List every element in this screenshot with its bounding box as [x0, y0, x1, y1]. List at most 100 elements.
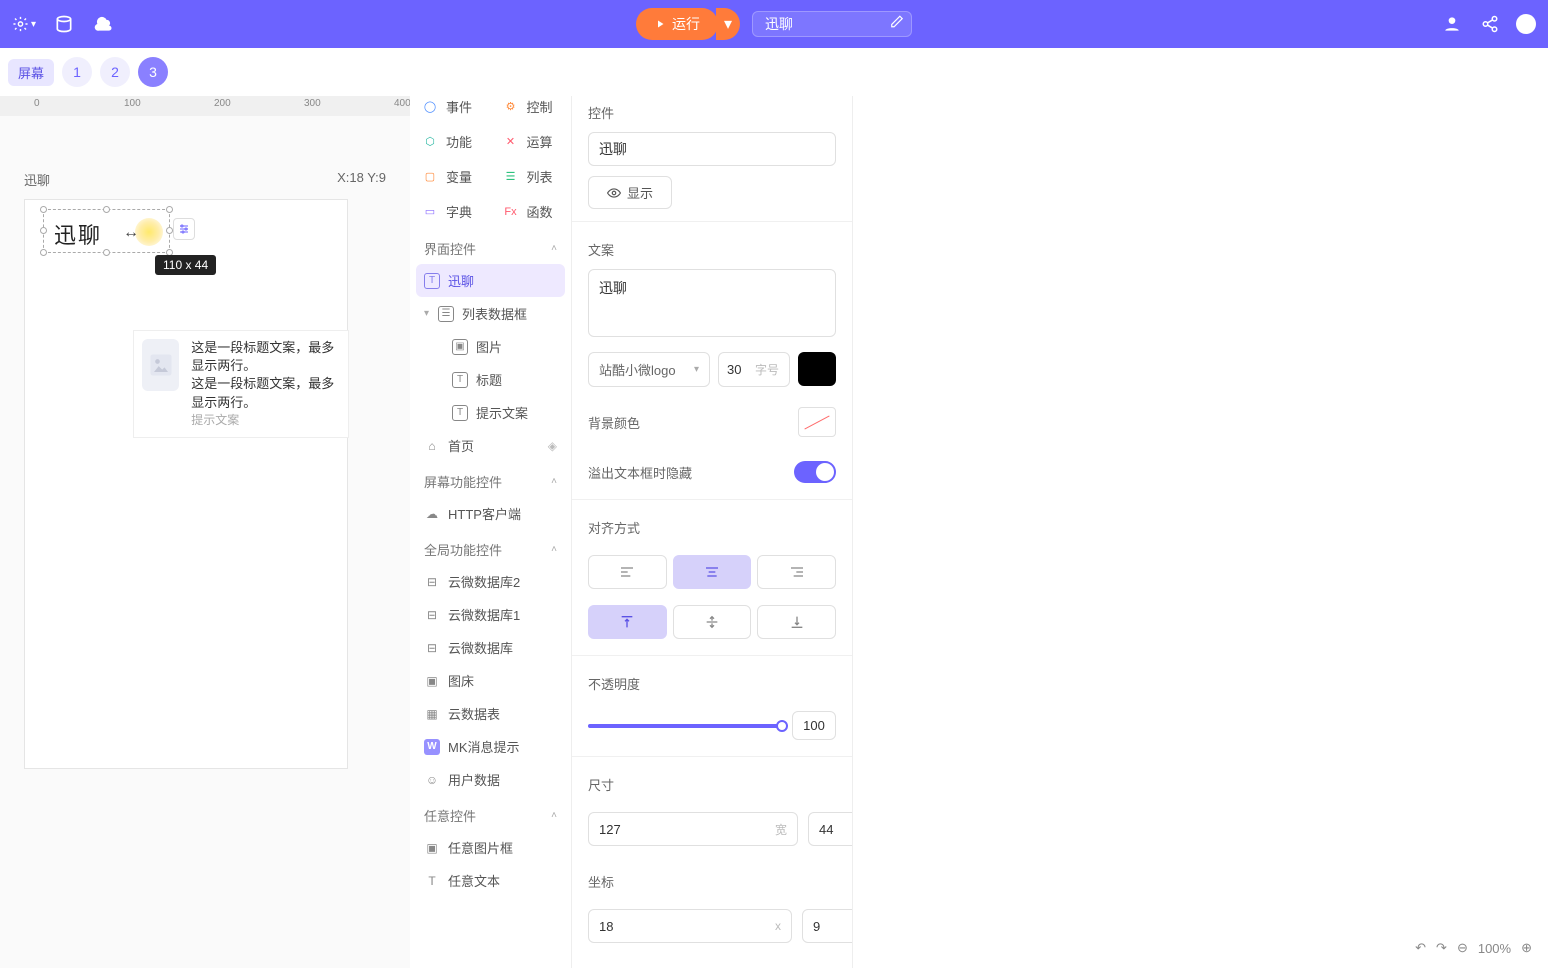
resize-handle[interactable] — [103, 249, 110, 256]
resize-handle[interactable] — [103, 206, 110, 213]
properties-panel: 属性 ✕ 控件 显示 文案 站酷小微logo ▾ 字号 背景颜色 — [572, 48, 853, 968]
tree-item-selected[interactable]: T 迅聊 — [416, 264, 565, 297]
tree-item-clouddb1[interactable]: ⊟云微数据库1 — [410, 598, 571, 631]
list-item-preview[interactable]: 这是一段标题文案，最多显示两行。 这是一段标题文案，最多显示两行。 提示文案 — [133, 330, 349, 438]
tree-item-home[interactable]: ⌂ 首页 ◈ — [410, 429, 571, 462]
align-center-button[interactable] — [673, 555, 752, 589]
user-icon[interactable] — [1440, 12, 1464, 36]
chevron-down-icon: ▾ — [694, 364, 699, 375]
resize-arrow-icon: ↔ — [123, 224, 139, 242]
resize-handle[interactable] — [40, 206, 47, 213]
align-left-button[interactable] — [588, 555, 667, 589]
vertical-align-group — [572, 601, 852, 651]
opacity-input[interactable] — [792, 711, 836, 740]
right-empty-area — [853, 48, 1548, 968]
resize-handle[interactable] — [40, 249, 47, 256]
tree-item-clouddb2[interactable]: ⊟云微数据库2 — [410, 565, 571, 598]
bg-color-swatch[interactable] — [798, 407, 836, 437]
redo-icon[interactable]: ↷ — [1436, 940, 1447, 956]
resize-handle[interactable] — [166, 206, 173, 213]
run-dropdown[interactable]: ▾ — [716, 8, 740, 40]
tree-item-anyimage[interactable]: ▣任意图片框 — [410, 831, 571, 864]
canvas-coords: X:18 Y:9 — [337, 170, 386, 189]
tree-item-mkmsg[interactable]: WMK消息提示 — [410, 730, 571, 763]
list-title-line2: 这是一段标题文案，最多显示两行。 — [191, 375, 340, 411]
database-icon[interactable] — [52, 12, 76, 36]
align-right-button[interactable] — [757, 555, 836, 589]
y-input[interactable] — [813, 919, 853, 934]
share-icon[interactable] — [1478, 12, 1502, 36]
category-list[interactable]: ☰列表 — [491, 159, 572, 194]
any-controls-section[interactable]: 任意控件 ˄ — [410, 796, 571, 831]
x-field[interactable]: x — [588, 909, 792, 943]
screen-label: 屏幕 — [8, 59, 54, 86]
list-icon: ☰ — [438, 306, 454, 322]
artboard[interactable]: 迅聊 ↔ 110 x 44 这是一段标题文案，最多显示两行。 这是一段标题文案，… — [24, 199, 348, 769]
run-button-label: 运行 — [672, 14, 700, 34]
tab-1[interactable]: 1 — [62, 57, 92, 87]
height-input[interactable] — [819, 822, 853, 837]
screen-controls-section[interactable]: 屏幕功能控件 ˄ — [410, 462, 571, 497]
font-size-field[interactable]: 字号 — [718, 352, 790, 387]
slider-thumb[interactable] — [776, 720, 788, 732]
category-function[interactable]: ⬡功能 — [410, 124, 491, 159]
text-color-swatch[interactable] — [798, 352, 836, 386]
project-title-input[interactable] — [752, 11, 912, 37]
visibility-button[interactable]: 显示 — [588, 176, 672, 209]
undo-icon[interactable]: ↶ — [1415, 940, 1426, 956]
control-label: 控件 — [588, 103, 836, 122]
zoom-in-icon[interactable]: ⊕ — [1521, 940, 1532, 956]
zoom-out-icon[interactable]: ⊖ — [1457, 940, 1468, 956]
tree-item-title[interactable]: T 标题 — [410, 363, 571, 396]
tree-item-http[interactable]: ☁ HTTP客户端 — [410, 497, 571, 530]
font-select[interactable]: 站酷小微logo ▾ — [588, 352, 710, 387]
valign-middle-button[interactable] — [673, 605, 752, 639]
avatar[interactable] — [1516, 14, 1536, 34]
element-settings-button[interactable] — [173, 218, 195, 240]
valign-bottom-button[interactable] — [757, 605, 836, 639]
selected-element[interactable]: 迅聊 ↔ — [43, 209, 170, 253]
category-dict[interactable]: ▭字典 — [410, 194, 491, 229]
category-func[interactable]: Fx函数 — [491, 194, 572, 229]
settings-dropdown[interactable]: ▾ — [12, 12, 36, 36]
run-button[interactable]: 运行 — [636, 8, 718, 40]
font-size-input[interactable] — [727, 362, 755, 377]
w-icon: W — [424, 739, 440, 755]
global-controls-section[interactable]: 全局功能控件 ˄ — [410, 530, 571, 565]
blocks-panel: 通用积木 ◯事件 ⚙控制 ⬡功能 ✕运算 ▢变量 ☰列表 ▭字典 Fx函数 界面… — [410, 48, 572, 968]
footer-controls: ↶ ↷ ⊖ 100% ⊕ — [1415, 940, 1532, 956]
y-field[interactable]: y — [802, 909, 853, 943]
ui-controls-section[interactable]: 界面控件 ˄ — [410, 229, 571, 264]
category-operator[interactable]: ✕运算 — [491, 124, 572, 159]
tree-item-hint[interactable]: T 提示文案 — [410, 396, 571, 429]
width-field[interactable]: 宽 — [588, 812, 798, 846]
edit-icon[interactable] — [890, 15, 904, 34]
width-input[interactable] — [599, 822, 775, 837]
tree-item-anytext[interactable]: T任意文本 — [410, 864, 571, 897]
tree-item-image[interactable]: ▣ 图片 — [410, 330, 571, 363]
canvas-area: 0 100 200 300 400 迅聊 X:18 Y:9 迅聊 ↔ 110 x… — [0, 96, 410, 968]
home-icon: ⌂ — [424, 438, 440, 454]
tab-2[interactable]: 2 — [100, 57, 130, 87]
tree-item-cloudtable[interactable]: ▦云数据表 — [410, 697, 571, 730]
control-name-input[interactable] — [588, 132, 836, 166]
tree-item-userdata[interactable]: ☺用户数据 — [410, 763, 571, 796]
category-variable[interactable]: ▢变量 — [410, 159, 491, 194]
db-icon: ⊟ — [424, 574, 440, 590]
opacity-slider[interactable] — [588, 724, 782, 728]
resize-handle[interactable] — [40, 227, 47, 234]
valign-top-button[interactable] — [588, 605, 667, 639]
x-input[interactable] — [599, 919, 775, 934]
zoom-level: 100% — [1478, 941, 1511, 956]
tree-item-clouddb[interactable]: ⊟云微数据库 — [410, 631, 571, 664]
tab-3[interactable]: 3 — [138, 57, 168, 87]
text-content-textarea[interactable] — [588, 269, 836, 337]
text-label: 文案 — [588, 240, 836, 259]
size-row: 宽 高 — [572, 808, 852, 858]
height-field[interactable]: 高 — [808, 812, 853, 846]
tree-item-imagebed[interactable]: ▣图床 — [410, 664, 571, 697]
tree-item-listbox[interactable]: ▾ ☰ 列表数据框 — [410, 297, 571, 330]
overflow-toggle[interactable] — [794, 461, 836, 483]
cloud-icon[interactable] — [92, 12, 116, 36]
resize-handle[interactable] — [166, 227, 173, 234]
